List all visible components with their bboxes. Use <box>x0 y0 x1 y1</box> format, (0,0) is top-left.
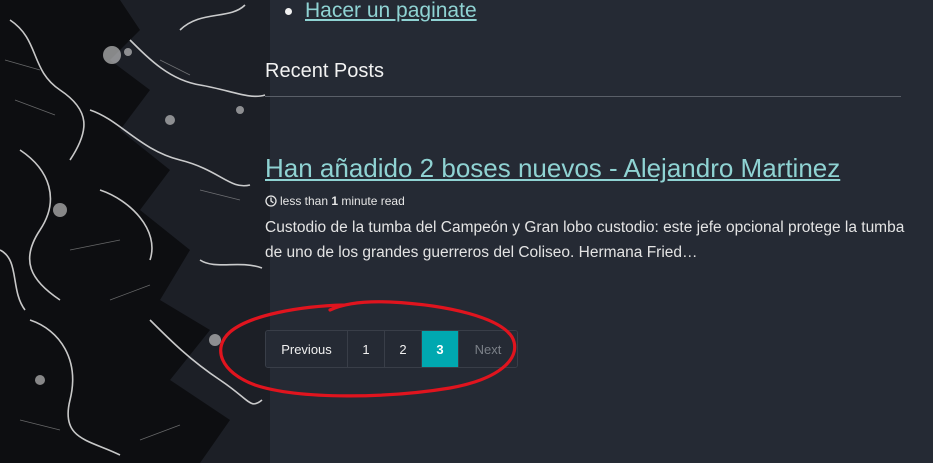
pagination-next-button: Next <box>459 331 517 367</box>
nav-list: Hacer un paginate <box>285 0 477 24</box>
pagination-previous-button[interactable]: Previous <box>266 331 348 367</box>
nav-link-paginate[interactable]: Hacer un paginate <box>305 0 477 22</box>
pagination-page-1[interactable]: 1 <box>348 331 385 367</box>
side-artwork-illustration <box>0 0 270 463</box>
heading-divider <box>265 96 901 97</box>
read-time-prefix: less than <box>280 194 332 208</box>
post-title-link[interactable]: Han añadido 2 boses nuevos - Alejandro M… <box>265 153 840 183</box>
pagination: Previous 1 2 3 Next <box>265 330 518 368</box>
post-excerpt: Custodio de la tumba del Campeón y Gran … <box>265 219 905 261</box>
clock-icon <box>265 195 277 211</box>
read-time: less than 1 minute read <box>265 193 405 211</box>
read-time-suffix: minute read <box>338 194 405 208</box>
recent-posts-heading: Recent Posts <box>265 60 384 82</box>
page: Hacer un paginate Recent Posts Han añadi… <box>0 0 933 463</box>
bullet-icon <box>285 8 292 15</box>
post-title: Han añadido 2 boses nuevos - Alejandro M… <box>265 151 840 185</box>
side-artwork <box>0 0 270 463</box>
nav-list-item: Hacer un paginate <box>285 0 477 24</box>
pagination-page-3-current[interactable]: 3 <box>422 331 459 367</box>
pagination-page-2[interactable]: 2 <box>385 331 422 367</box>
